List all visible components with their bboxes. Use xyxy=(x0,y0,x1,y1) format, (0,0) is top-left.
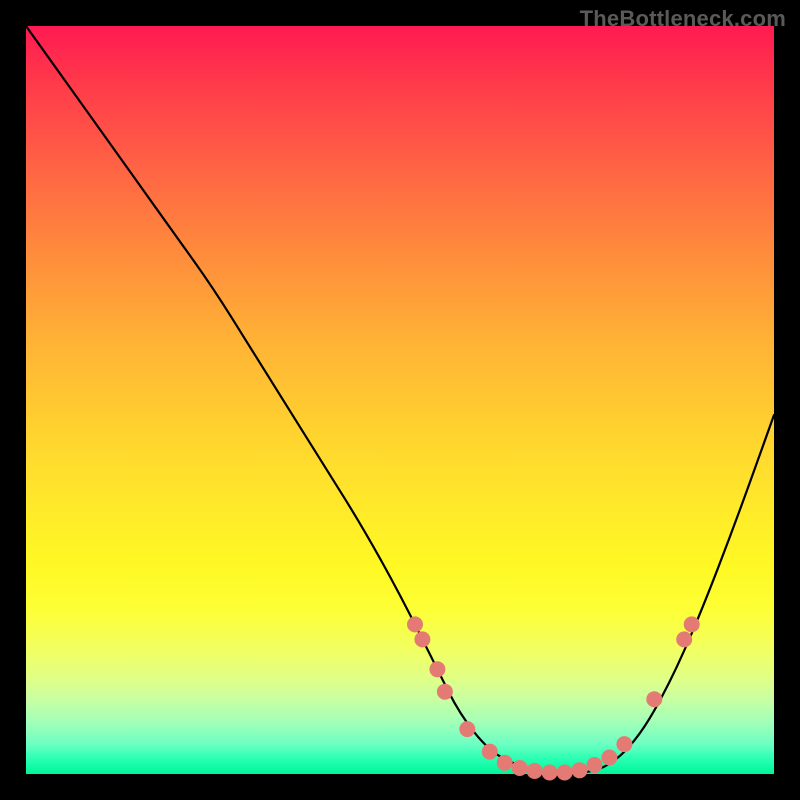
curve-marker xyxy=(437,684,453,700)
curve-marker xyxy=(587,757,603,773)
curve-marker xyxy=(601,750,617,766)
curve-marker xyxy=(616,736,632,752)
curve-marker xyxy=(414,631,430,647)
curve-marker xyxy=(527,763,543,779)
watermark-text: TheBottleneck.com xyxy=(580,6,786,32)
curve-marker xyxy=(459,721,475,737)
curve-marker xyxy=(429,661,445,677)
curve-marker xyxy=(482,744,498,760)
curve-marker xyxy=(512,760,528,776)
chart-svg xyxy=(26,26,774,774)
curve-marker xyxy=(542,765,558,781)
curve-marker xyxy=(572,762,588,778)
bottleneck-curve xyxy=(26,26,774,774)
curve-marker xyxy=(646,691,662,707)
curve-marker xyxy=(497,755,513,771)
curve-marker xyxy=(684,616,700,632)
curve-marker xyxy=(407,616,423,632)
curve-marker xyxy=(676,631,692,647)
chart-gradient-area xyxy=(26,26,774,774)
curve-marker xyxy=(557,765,573,781)
